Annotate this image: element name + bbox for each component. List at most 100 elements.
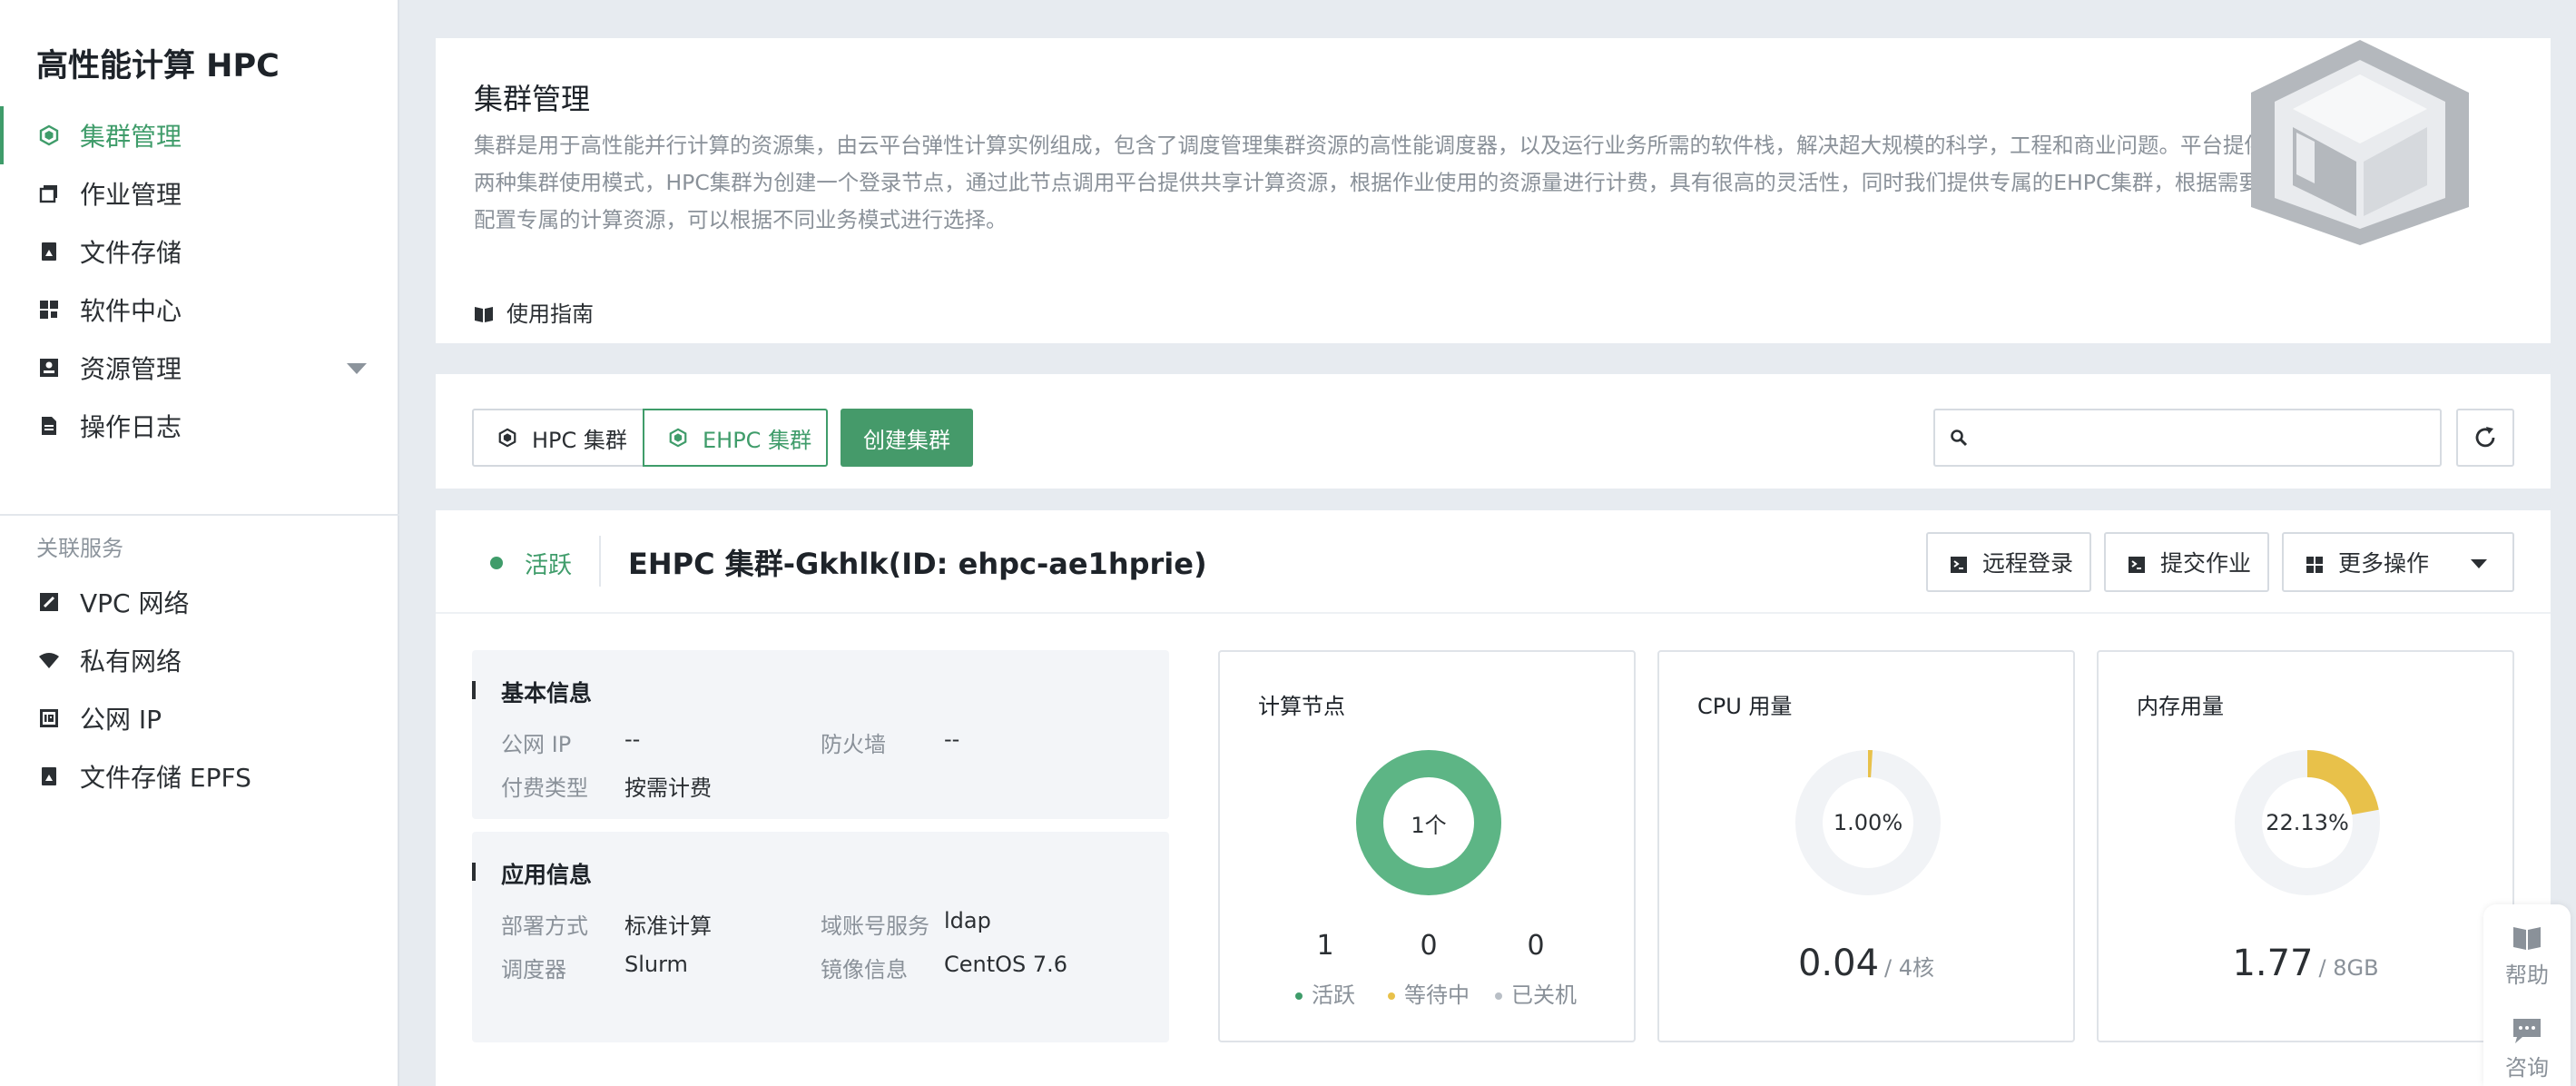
related-services-label: 关联服务 [36, 536, 123, 561]
floating-help-panel: 帮助 咨询 [2483, 904, 2571, 1086]
job-icon [38, 183, 60, 204]
help-button[interactable]: 帮助 [2483, 924, 2571, 989]
sidebar-item-public-ip[interactable]: 公网 IP [0, 689, 399, 747]
sidebar-item-epfs[interactable]: 文件存储 EPFS [0, 747, 399, 805]
sidebar-item-label: VPC 网络 [80, 588, 190, 618]
sidebar-item-resources[interactable]: 资源管理 [0, 339, 399, 397]
tab-label: EHPC 集群 [703, 427, 812, 453]
help-label: 帮助 [2505, 963, 2549, 988]
caret-down-icon [2471, 559, 2487, 568]
memory-used-value: 1.77 [2232, 943, 2314, 984]
wifi-icon [38, 649, 60, 671]
header-divider [599, 536, 601, 587]
cluster-icon [497, 428, 517, 448]
pending-count: 0 [1420, 930, 1438, 962]
legend-stopped: 已关机 [1472, 977, 1599, 1009]
app-info-title: 应用信息 [501, 862, 593, 888]
cpu-usage-title: CPU 用量 [1697, 694, 1793, 719]
memory-percent-label: 22.13% [2266, 810, 2349, 835]
submit-job-button[interactable]: 提交作业 [2104, 532, 2269, 592]
compute-nodes-card: 计算节点 1个 1 0 0 活跃 等待中 已关机 [1218, 650, 1636, 1042]
remote-login-label: 远程登录 [1982, 550, 2074, 577]
refresh-icon [2475, 427, 2495, 448]
file-storage-icon [38, 241, 60, 262]
more-actions-dropdown[interactable]: 更多操作 [2282, 532, 2514, 592]
memory-total-unit: / 8GB [2318, 955, 2379, 981]
compute-nodes-title: 计算节点 [1258, 694, 1345, 719]
terminal-icon [1950, 553, 1968, 573]
sidebar-item-label: 集群管理 [80, 122, 182, 152]
cluster-icon [38, 124, 60, 146]
memory-usage-title: 内存用量 [2137, 694, 2224, 719]
status-dot [490, 557, 503, 569]
legend-label: 活跃 [1312, 982, 1355, 1008]
nodes-donut-label: 1个 [1411, 812, 1447, 838]
cluster-card: 活跃 EHPC 集群-Gkhlk(ID: ehpc-ae1hprie) 远程登录… [436, 510, 2551, 1086]
log-icon [38, 415, 60, 437]
legend-dot [1495, 992, 1502, 1000]
cluster-cube-illustration [2251, 40, 2469, 245]
legend-dot [1295, 992, 1303, 1000]
memory-usage-value: 1.77/ 8GB [2099, 943, 2512, 984]
file-storage-icon [38, 765, 60, 787]
consult-button[interactable]: 咨询 [2483, 1017, 2571, 1081]
grid-icon [2306, 553, 2324, 573]
domain-account-value: ldap [944, 908, 991, 933]
sidebar-item-label: 文件存储 EPFS [80, 763, 251, 793]
app-title: 高性能计算 HPC [36, 48, 280, 84]
search-input[interactable] [1933, 409, 2442, 467]
sidebar-item-label: 私有网络 [80, 647, 182, 676]
public-ip-value: -- [624, 726, 641, 752]
scheduler-value: Slurm [624, 952, 688, 977]
cpu-total-unit: / 4核 [1884, 955, 1935, 981]
user-guide-label: 使用指南 [506, 301, 594, 327]
section-marker [472, 681, 476, 699]
image-label: 镜像信息 [821, 957, 908, 982]
cluster-header: 活跃 EHPC 集群-Gkhlk(ID: ehpc-ae1hprie) 远程登录… [436, 510, 2551, 614]
create-cluster-button[interactable]: 创建集群 [841, 409, 973, 467]
sidebar-item-logs[interactable]: 操作日志 [0, 397, 399, 455]
billing-type-value: 按需计费 [624, 775, 712, 801]
search-icon [1951, 429, 1968, 447]
memory-usage-card: 内存用量 22.13% 1.77/ 8GB [2097, 650, 2514, 1042]
ip-icon [38, 707, 60, 729]
sidebar-item-label: 软件中心 [80, 296, 182, 326]
refresh-button[interactable] [2456, 409, 2514, 467]
consult-label: 咨询 [2505, 1055, 2549, 1081]
intro-card: 集群管理 集群是用于高性能并行计算的资源集，由云平台弹性计算实例组成，包含了调度… [436, 38, 2551, 343]
deploy-mode-value: 标准计算 [624, 913, 712, 939]
software-grid-icon [38, 299, 60, 321]
book-icon [2513, 927, 2541, 950]
intro-description: 集群是用于高性能并行计算的资源集，由云平台弹性计算实例组成，包含了调度管理集群资… [474, 133, 2266, 232]
cpu-percent-label: 1.00% [1833, 810, 1903, 835]
sidebar-item-vpc[interactable]: VPC 网络 [0, 573, 399, 631]
sidebar-item-label: 公网 IP [80, 705, 162, 735]
sidebar-item-jobs[interactable]: 作业管理 [0, 164, 399, 222]
sidebar-item-label: 资源管理 [80, 354, 182, 384]
tab-ehpc-cluster[interactable]: EHPC 集群 [643, 409, 828, 467]
firewall-label: 防火墙 [821, 732, 886, 757]
sidebar-item-cluster[interactable]: 集群管理 [0, 106, 399, 164]
sidebar-item-file-storage[interactable]: 文件存储 [0, 222, 399, 281]
billing-type-label: 付费类型 [501, 775, 588, 801]
cluster-icon [668, 428, 688, 448]
legend-label: 等待中 [1404, 982, 1470, 1008]
cpu-usage-value: 0.04/ 4核 [1659, 943, 2073, 984]
scheduler-label: 调度器 [501, 957, 566, 982]
sidebar-item-label: 文件存储 [80, 238, 182, 268]
sidebar-item-private-network[interactable]: 私有网络 [0, 631, 399, 689]
sidebar-item-software[interactable]: 软件中心 [0, 281, 399, 339]
sidebar-divider [0, 514, 399, 516]
tab-label: HPC 集群 [532, 427, 627, 453]
chevron-down-icon[interactable] [347, 363, 367, 374]
legend-label: 已关机 [1511, 982, 1577, 1008]
user-guide-link[interactable]: 使用指南 [474, 296, 594, 328]
image-value: CentOS 7.6 [944, 952, 1068, 977]
deploy-mode-label: 部署方式 [501, 913, 588, 939]
vpc-icon [38, 591, 60, 613]
basic-info-panel: 基本信息 公网 IP -- 防火墙 -- 付费类型 按需计费 [472, 650, 1169, 819]
remote-login-button[interactable]: 远程登录 [1926, 532, 2091, 592]
public-ip-label: 公网 IP [501, 732, 572, 757]
tab-hpc-cluster[interactable]: HPC 集群 [472, 409, 644, 467]
app-info-panel: 应用信息 部署方式 标准计算 域账号服务 ldap 调度器 Slurm 镜像信息… [472, 832, 1169, 1042]
